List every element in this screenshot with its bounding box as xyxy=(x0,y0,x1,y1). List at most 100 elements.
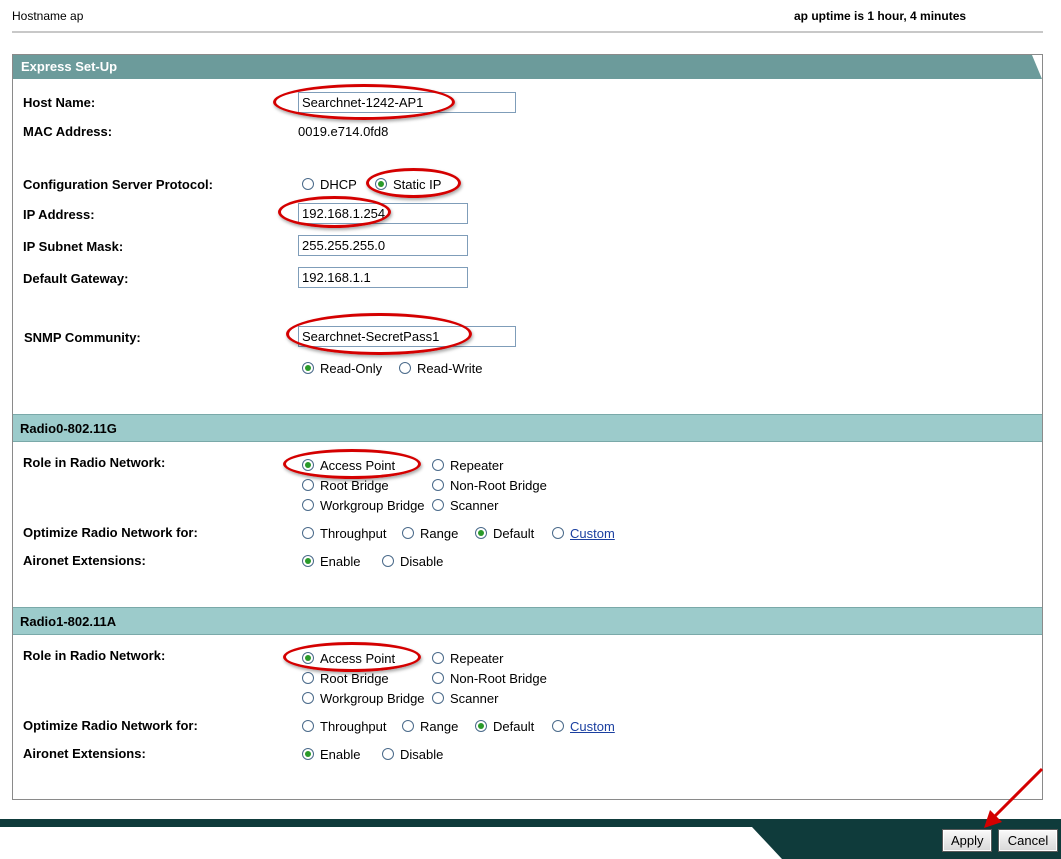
radio-read-only-label: Read-Only xyxy=(320,361,383,376)
default-gateway-input[interactable] xyxy=(298,267,468,288)
radio-read-write[interactable]: Read-Write xyxy=(399,361,483,376)
radio0-role-label: Role in Radio Network: xyxy=(23,455,166,470)
header-corner xyxy=(1032,55,1042,79)
mac-address-value: 0019.e714.0fd8 xyxy=(298,124,389,139)
annotation-oval-radio0-access-point xyxy=(283,449,421,479)
radio-circle[interactable] xyxy=(302,748,314,760)
radio-circle[interactable] xyxy=(302,555,314,567)
role-label: Scanner xyxy=(450,498,499,513)
radio-circle[interactable] xyxy=(402,527,414,539)
radio-circle[interactable] xyxy=(432,479,444,491)
radio-dhcp-label: DHCP xyxy=(320,177,357,192)
option-label: Throughput xyxy=(320,719,387,734)
radio0-role-workgroup-bridge[interactable]: Workgroup Bridge xyxy=(302,498,425,513)
radio-circle[interactable] xyxy=(302,720,314,732)
radio1-role-scanner[interactable]: Scanner xyxy=(432,691,498,706)
radio1-title: Radio1-802.11A xyxy=(20,614,117,629)
radio-circle[interactable] xyxy=(302,692,314,704)
radio-circle[interactable] xyxy=(552,720,564,732)
radio0-optimize-default[interactable]: Default xyxy=(475,526,534,541)
radio0-optimize-throughput[interactable]: Throughput xyxy=(302,526,387,541)
annotation-oval-host-name xyxy=(273,84,455,120)
express-setup-panel: Express Set-Up Host Name: MAC Address: 0… xyxy=(12,54,1043,800)
radio-circle[interactable] xyxy=(382,748,394,760)
radio1-aironet-disable[interactable]: Disable xyxy=(382,747,443,762)
option-label: Range xyxy=(420,719,459,734)
radio-circle[interactable] xyxy=(432,652,444,664)
hostname-text: Hostname ap xyxy=(12,9,84,23)
annotation-arrow-icon xyxy=(984,767,1044,828)
radio-circle[interactable] xyxy=(432,459,444,471)
role-label: Scanner xyxy=(450,691,499,706)
role-label: Workgroup Bridge xyxy=(320,691,425,706)
radio0-optimize-range[interactable]: Range xyxy=(402,526,458,541)
role-label: Root Bridge xyxy=(320,478,389,493)
radio-circle[interactable] xyxy=(302,178,314,190)
radio-dhcp[interactable]: DHCP xyxy=(302,177,357,192)
radio-circle[interactable] xyxy=(475,527,487,539)
annotation-oval-snmp xyxy=(286,313,472,355)
radio0-optimize-label: Optimize Radio Network for: xyxy=(23,525,198,540)
radio1-role-non-root-bridge[interactable]: Non-Root Bridge xyxy=(432,671,547,686)
radio-circle[interactable] xyxy=(402,720,414,732)
apply-button[interactable]: Apply xyxy=(942,829,992,852)
radio1-optimize-throughput[interactable]: Throughput xyxy=(302,719,387,734)
cancel-button[interactable]: Cancel xyxy=(998,829,1058,852)
panel-title: Express Set-Up xyxy=(21,59,118,74)
radio-circle[interactable] xyxy=(552,527,564,539)
radio1-section-header: Radio1-802.11A xyxy=(13,607,1042,635)
custom-link[interactable]: Custom xyxy=(570,719,615,734)
radio-read-only[interactable]: Read-Only xyxy=(302,361,382,376)
option-label: Enable xyxy=(320,554,361,569)
radio1-optimize-range[interactable]: Range xyxy=(402,719,458,734)
annotation-oval-ip-address xyxy=(278,196,391,228)
option-label: Disable xyxy=(400,554,444,569)
radio1-optimize-default[interactable]: Default xyxy=(475,719,534,734)
radio0-aironet-enable[interactable]: Enable xyxy=(302,554,360,569)
role-label: Repeater xyxy=(450,458,504,473)
radio0-role-non-root-bridge[interactable]: Non-Root Bridge xyxy=(432,478,547,493)
role-label: Non-Root Bridge xyxy=(450,478,547,493)
radio1-role-workgroup-bridge[interactable]: Workgroup Bridge xyxy=(302,691,425,706)
option-label: Disable xyxy=(400,747,444,762)
radio-circle[interactable] xyxy=(302,672,314,684)
radio1-role-label: Role in Radio Network: xyxy=(23,648,166,663)
radio-read-write-label: Read-Write xyxy=(417,361,483,376)
radio0-title: Radio0-802.11G xyxy=(20,421,117,436)
protocol-label: Configuration Server Protocol: xyxy=(23,177,213,192)
uptime-text: ap uptime is 1 hour, 4 minutes xyxy=(794,9,967,23)
radio0-optimize-custom[interactable]: Custom xyxy=(552,526,615,541)
radio-circle[interactable] xyxy=(382,555,394,567)
option-label: Enable xyxy=(320,747,361,762)
radio-circle[interactable] xyxy=(432,692,444,704)
ip-address-label: IP Address: xyxy=(23,207,95,222)
radio-circle[interactable] xyxy=(399,362,411,374)
radio1-aironet-enable[interactable]: Enable xyxy=(302,747,360,762)
radio1-role-root-bridge[interactable]: Root Bridge xyxy=(302,671,389,686)
host-name-label: Host Name: xyxy=(23,95,96,110)
subnet-mask-input[interactable] xyxy=(298,235,468,256)
radio-circle[interactable] xyxy=(302,527,314,539)
custom-link[interactable]: Custom xyxy=(570,526,615,541)
snmp-community-label: SNMP Community: xyxy=(24,330,141,345)
radio-circle[interactable] xyxy=(302,479,314,491)
radio-circle[interactable] xyxy=(432,672,444,684)
radio-circle[interactable] xyxy=(302,362,314,374)
default-gateway-label: Default Gateway: xyxy=(23,271,129,286)
role-label: Root Bridge xyxy=(320,671,389,686)
option-label: Range xyxy=(420,526,459,541)
radio1-optimize-custom[interactable]: Custom xyxy=(552,719,615,734)
option-label: Default xyxy=(493,719,535,734)
option-label: Throughput xyxy=(320,526,387,541)
radio-circle[interactable] xyxy=(475,720,487,732)
panel-header: Express Set-Up xyxy=(13,55,1042,79)
radio-circle[interactable] xyxy=(432,499,444,511)
radio0-role-repeater[interactable]: Repeater xyxy=(432,458,503,473)
annotation-oval-radio1-access-point xyxy=(283,642,421,672)
radio-circle[interactable] xyxy=(302,499,314,511)
radio0-role-scanner[interactable]: Scanner xyxy=(432,498,498,513)
radio1-role-repeater[interactable]: Repeater xyxy=(432,651,503,666)
radio0-role-root-bridge[interactable]: Root Bridge xyxy=(302,478,389,493)
top-bar: Hostname ap ap uptime is 1 hour, 4 minut… xyxy=(0,0,1061,34)
radio0-aironet-disable[interactable]: Disable xyxy=(382,554,443,569)
